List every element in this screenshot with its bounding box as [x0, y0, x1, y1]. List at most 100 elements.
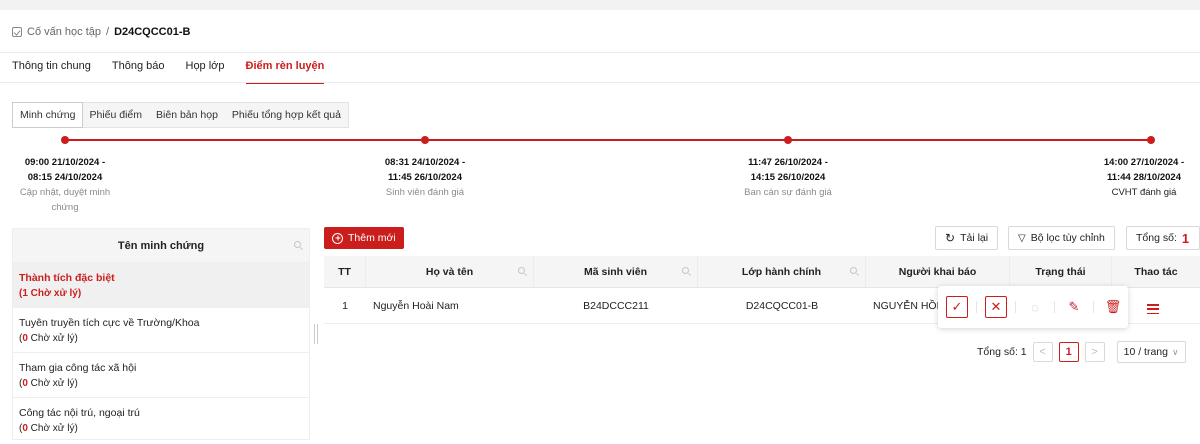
chevron-down-icon: ∨ [1172, 346, 1179, 357]
timeline-end: 11:44 28/10/2024 [1107, 172, 1181, 183]
timeline-start: 08:31 24/10/2024 - [384, 157, 466, 168]
cell-ma-sinh-vien: B24DCCC211 [583, 299, 649, 312]
total-count-box: Tổng số: 1 [1126, 226, 1200, 250]
column-header-ma-sinh-vien: Mã sinh viên [534, 256, 698, 287]
breadcrumb: Cố vấn học tập / D24CQCC01-B [12, 26, 190, 38]
list-item-count: (0 Chờ xử lý) [19, 378, 78, 389]
column-header-tt: TT [324, 256, 366, 287]
cell-tt: 1 [342, 299, 348, 312]
timeline-line [64, 139, 1154, 141]
divider [976, 301, 977, 313]
search-icon[interactable] [518, 267, 525, 274]
list-item-name: Tuyên truyền tích cực về Trường/Khoa [19, 317, 200, 329]
column-header-nguoi-khai-bao: Người khai báo [866, 256, 1010, 287]
reject-icon[interactable]: ✕ [985, 296, 1007, 318]
timeline-label: Ban cán sự đánh giá [744, 187, 832, 198]
timeline-label-2: chứng [51, 202, 79, 213]
evidence-list-panel: Tên minh chứng Thành tích đặc biệt (1 Ch… [12, 228, 310, 440]
custom-filter-button[interactable]: ▽ Bộ lọc tùy chỉnh [1008, 226, 1115, 250]
pagination-total: Tổng số: 1 [977, 346, 1027, 358]
timeline-label: Cập nhật, duyệt minh [19, 187, 111, 198]
subtab-bien-ban-hop[interactable]: Biên bản họp [149, 103, 225, 127]
timeline-start: 14:00 27/10/2024 - [1103, 157, 1185, 168]
sub-tabs: Minh chứng Phiếu điểm Biên bản họp Phiếu… [12, 102, 349, 128]
subtab-phieu-diem[interactable]: Phiếu điểm [82, 103, 149, 127]
row-actions-popover: ✓ ✕ ◌ ✎ 🗑 [938, 286, 1128, 328]
pagination: Tổng số: 1 < 1 > 10 / trang ∨ [977, 341, 1186, 363]
list-item-name: Thành tích đặc biệt [19, 272, 115, 284]
tabs-divider [0, 82, 1200, 83]
timeline-end: 08:15 24/10/2024 [27, 172, 103, 183]
timeline-start: 11:47 26/10/2024 - [748, 157, 828, 168]
checkbox-icon [12, 27, 22, 37]
add-new-label: Thêm mới [348, 232, 396, 244]
timeline-step-2: 08:31 24/10/2024 - 11:45 26/10/2024 Sinh… [365, 155, 485, 200]
timeline-step-1: 09:00 21/10/2024 - 08:15 24/10/2024 Cập … [0, 155, 130, 215]
column-header-trang-thai: Trạng thái [1010, 256, 1112, 287]
breadcrumb-current: D24CQCC01-B [114, 26, 191, 38]
divider [1054, 301, 1055, 313]
timeline-label: Sinh viên đánh giá [385, 187, 465, 198]
timeline-start: 09:00 21/10/2024 - [24, 157, 106, 168]
subtab-phieu-tong-hop[interactable]: Phiếu tổng hợp kết quả [225, 103, 348, 127]
evidence-list-header: Tên minh chứng [13, 229, 309, 263]
column-header-thao-tac: Thao tác [1134, 265, 1178, 278]
filter-icon: ▽ [1018, 232, 1026, 244]
column-header-lop-hanh-chinh: Lớp hành chính [698, 256, 866, 287]
timeline-dot [784, 136, 792, 144]
page-size-value: 10 / trang [1123, 346, 1168, 358]
plus-circle-icon [332, 232, 343, 244]
delete-icon[interactable]: 🗑 [1102, 296, 1124, 318]
reload-icon: ↻ [945, 231, 956, 245]
page-size-select[interactable]: 10 / trang ∨ [1116, 341, 1186, 363]
tab-thong-bao[interactable]: Thông báo [112, 60, 165, 84]
list-item-name: Tham gia công tác xã hội [19, 362, 137, 374]
next-page-button[interactable]: > [1084, 342, 1105, 362]
timeline-step-4: 14:00 27/10/2024 - 11:44 28/10/2024 CVHT… [1088, 155, 1200, 200]
timeline-dot [421, 136, 429, 144]
page-button[interactable]: 1 [1058, 342, 1079, 362]
search-icon[interactable] [850, 267, 857, 274]
tab-hop-lop[interactable]: Họp lớp [186, 60, 225, 84]
timeline-end: 11:45 26/10/2024 [388, 172, 462, 183]
edit-icon[interactable]: ✎ [1063, 296, 1085, 318]
total-value: 1 [1181, 230, 1190, 246]
panel-resize-handle[interactable] [314, 324, 318, 344]
add-new-button[interactable]: Thêm mới [324, 227, 404, 249]
approve-icon[interactable]: ✓ [946, 296, 968, 318]
timeline-step-3: 11:47 26/10/2024 - 14:15 26/10/2024 Ban … [728, 155, 848, 200]
evidence-list-title: Tên minh chứng [117, 239, 205, 252]
prev-page-button[interactable]: < [1032, 342, 1053, 362]
cell-ho-ten: Nguyễn Hoài Nam [373, 299, 459, 312]
undo-icon[interactable]: ◌ [1024, 296, 1046, 318]
timeline-dot [1147, 136, 1155, 144]
list-item-name: Công tác nội trú, ngoại trú [19, 407, 140, 419]
breadcrumb-parent[interactable]: Cố vấn học tập [27, 26, 101, 38]
reload-button[interactable]: ↻ Tải lại [935, 226, 999, 250]
reload-label: Tải lại [960, 232, 989, 244]
menu-icon[interactable] [1147, 304, 1159, 314]
table-header: TT Họ và tên Mã sinh viên Lớp hành chính… [324, 256, 1200, 288]
divider [1093, 301, 1094, 313]
divider [1015, 301, 1016, 313]
custom-filter-label: Bộ lọc tùy chỉnh [1030, 232, 1105, 244]
search-icon[interactable] [682, 267, 689, 274]
list-item-thanh-tich-dac-biet[interactable]: Thành tích đặc biệt (1 Chờ xử lý) [13, 263, 309, 308]
column-header-ho-ten: Họ và tên [366, 256, 534, 287]
tab-thong-tin-chung[interactable]: Thông tin chung [12, 60, 91, 84]
subtab-minh-chung[interactable]: Minh chứng [12, 102, 84, 128]
timeline-dot [61, 136, 69, 144]
main-tabs: Thông tin chung Thông báo Họp lớp Điểm r… [12, 60, 345, 84]
list-item-noi-tru-ngoai-tru[interactable]: Công tác nội trú, ngoại trú (0 Chờ xử lý… [13, 398, 309, 443]
breadcrumb-separator: / [106, 26, 110, 38]
list-item-count: (1 Chờ xử lý) [19, 288, 82, 299]
tab-diem-ren-luyen[interactable]: Điểm rèn luyện [245, 60, 325, 84]
list-item-tuyen-truyen[interactable]: Tuyên truyền tích cực về Trường/Khoa (0 … [13, 308, 309, 353]
list-item-cong-tac-xa-hoi[interactable]: Tham gia công tác xã hội (0 Chờ xử lý) [13, 353, 309, 398]
search-icon[interactable] [294, 241, 301, 248]
cell-lop-hanh-chinh: D24CQCC01-B [745, 299, 819, 312]
list-item-count: (0 Chờ xử lý) [19, 333, 78, 344]
divider [0, 52, 1200, 53]
total-label: Tổng số: [1136, 232, 1177, 244]
timeline-end: 14:15 26/10/2024 [750, 172, 826, 183]
